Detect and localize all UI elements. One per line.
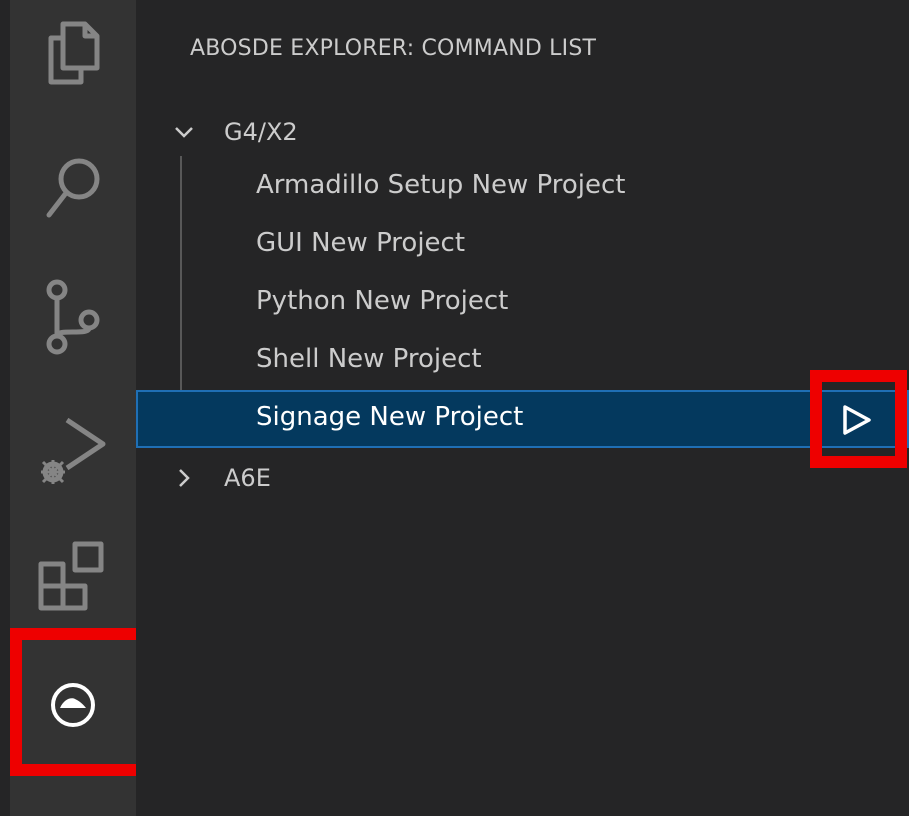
run-icon	[843, 405, 871, 435]
tree-group-label: G4/X2	[224, 118, 298, 146]
tree-item-signage[interactable]: Signage New Project	[136, 390, 909, 448]
activity-run-debug[interactable]	[10, 400, 136, 500]
run-debug-icon	[41, 417, 106, 484]
activity-source-control[interactable]	[10, 266, 136, 366]
tree-group-label: A6E	[224, 464, 271, 492]
tree-group-a6e[interactable]: A6E	[136, 450, 909, 506]
tree-item-shell[interactable]: Shell New Project	[136, 332, 909, 390]
chevron-down-icon	[175, 127, 193, 138]
tree-item-label: Armadillo Setup New Project	[256, 170, 626, 200]
abosde-icon	[51, 683, 95, 727]
sidebar-title: ABOSDE EXPLORER: COMMAND LIST	[190, 36, 597, 61]
extensions-icon	[38, 541, 104, 611]
tree-item-label: GUI New Project	[256, 228, 466, 258]
tree-group-g4x2[interactable]: G4/X2	[136, 104, 909, 160]
tree-item-gui[interactable]: GUI New Project	[136, 216, 909, 274]
activity-explorer[interactable]	[10, 0, 136, 100]
activity-abosde[interactable]	[10, 655, 136, 755]
tree-item-armadillo-setup[interactable]: Armadillo Setup New Project	[136, 158, 909, 216]
tree-item-python[interactable]: Python New Project	[136, 274, 909, 332]
search-icon	[46, 158, 100, 218]
sidebar: ABOSDE EXPLORER: COMMAND LIST G4/X2 Arma…	[136, 0, 909, 816]
tree-item-label: Shell New Project	[256, 344, 482, 374]
tree-item-label: Python New Project	[256, 286, 509, 316]
tree-item-label: Signage New Project	[256, 402, 524, 432]
activity-extensions[interactable]	[10, 526, 136, 626]
activity-search[interactable]	[10, 140, 136, 240]
source-control-icon	[46, 279, 100, 355]
activity-bar	[10, 0, 136, 816]
run-button[interactable]	[836, 404, 876, 436]
explorer-icon	[48, 21, 100, 85]
chevron-right-icon	[179, 469, 190, 487]
